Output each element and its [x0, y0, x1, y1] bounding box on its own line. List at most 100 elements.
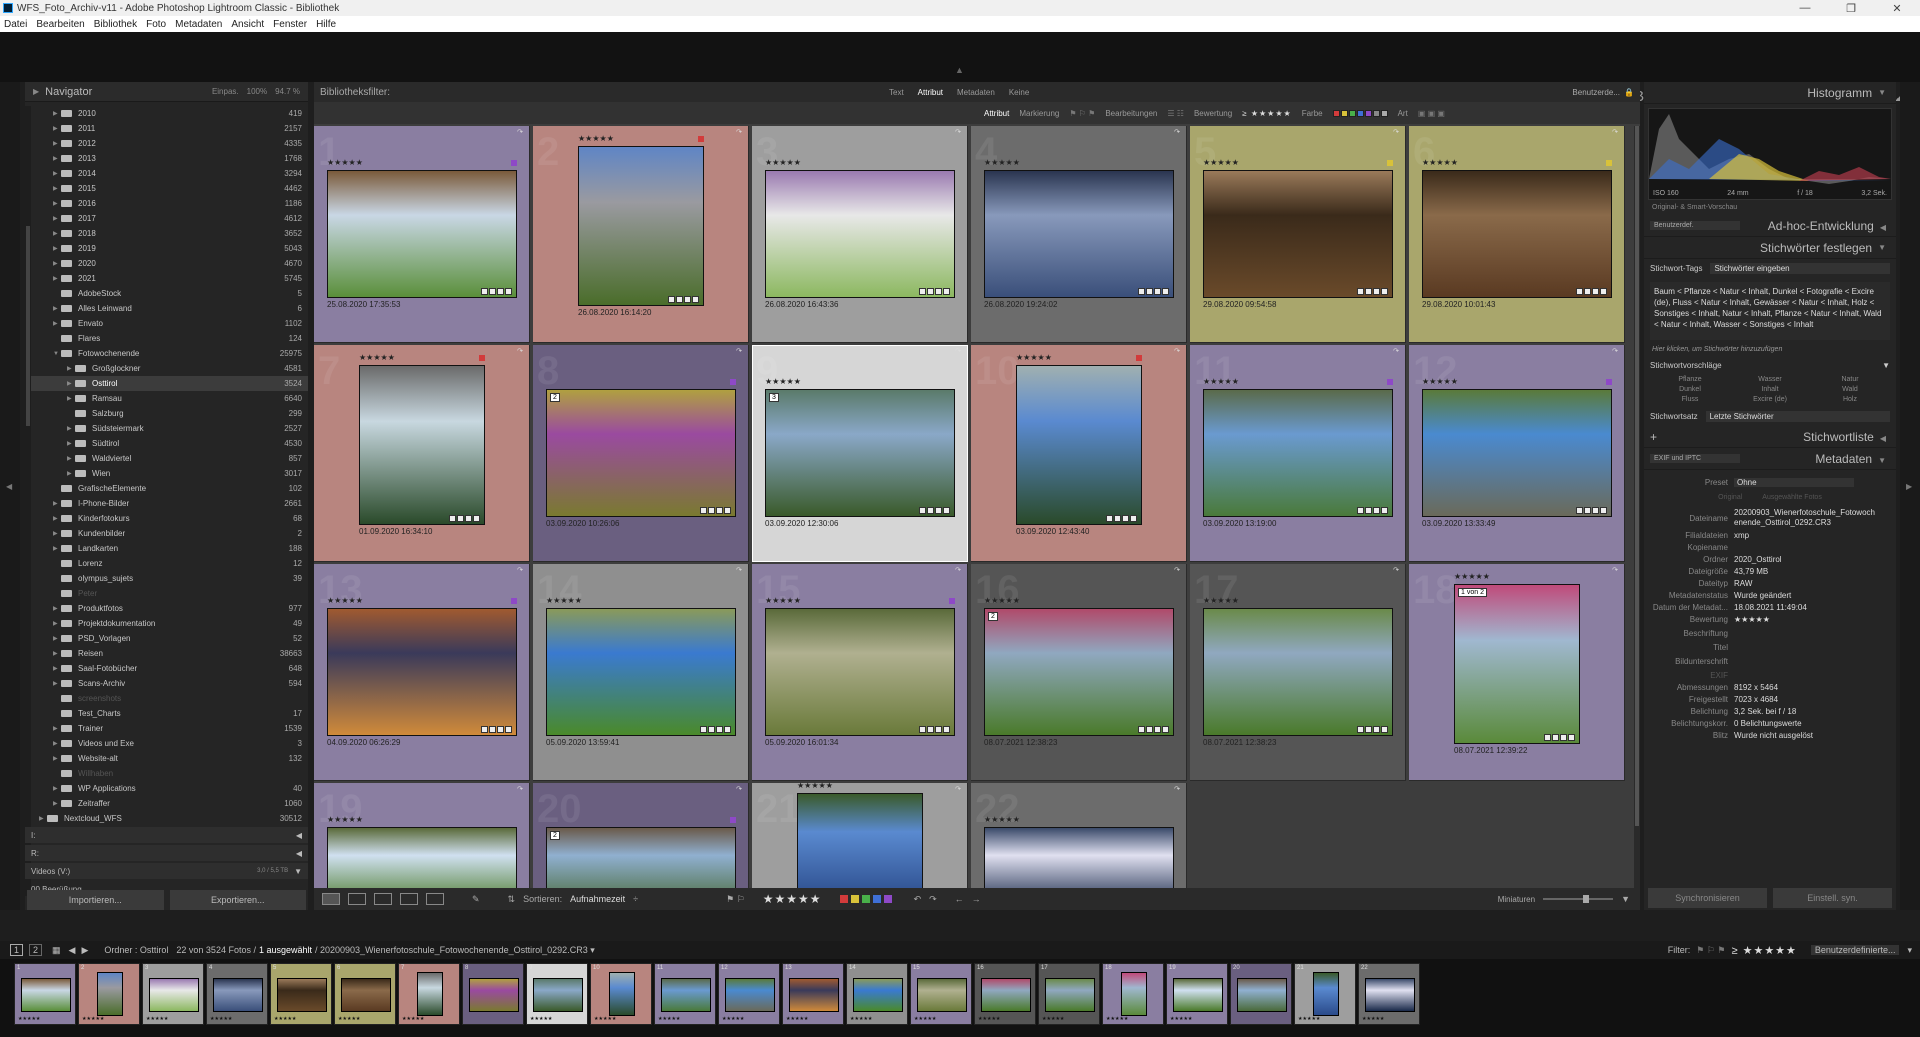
disclosure-icon[interactable]: ▶ [53, 665, 61, 672]
disclosure-icon[interactable]: ▶ [53, 725, 61, 732]
folder-row[interactable]: ▶ Projektdokumentation 49 [25, 616, 308, 631]
photo-rating[interactable]: ★★★★★ [327, 158, 363, 167]
photo-rating[interactable]: ★★★★★ [765, 596, 801, 605]
rating-filter[interactable]: ≥ ★★★★★ [1242, 109, 1291, 118]
stack-badge[interactable]: 2 [550, 393, 560, 402]
folder-row[interactable]: ▶ 2021 5745 [25, 271, 308, 286]
metadata-value[interactable]: 43,79 MB [1734, 567, 1768, 576]
filmstrip-image[interactable] [789, 978, 839, 1012]
rotate-icon[interactable]: ↷ [1174, 785, 1180, 793]
folder-row[interactable]: ▶ 2016 1186 [25, 196, 308, 211]
rotate-icon[interactable]: ↷ [517, 347, 523, 355]
metadata-badge-icon[interactable] [505, 726, 512, 733]
keywording-header[interactable]: Stichwörter festlegen ▼ [1644, 237, 1896, 259]
badge-icons[interactable] [668, 296, 699, 303]
filmstrip-image[interactable] [609, 972, 635, 1016]
navigator-header[interactable]: ▶ Navigator Einpas. 100% 94.7 % [25, 82, 308, 102]
metadata-badge-icon[interactable] [1600, 288, 1607, 295]
rotate-icon[interactable]: ↷ [517, 566, 523, 574]
restore-icon[interactable]: ❐ [1828, 2, 1874, 15]
metadata-badge-icon[interactable] [1381, 288, 1388, 295]
photo-rating[interactable]: ★★★★★ [1016, 353, 1052, 362]
photo-cell[interactable]: 10 ★★★★★ 03.09.2020 12:43:40 ↷ [971, 345, 1187, 562]
folder-row[interactable]: ▶ Waldviertel 857 [25, 451, 308, 466]
photo-cell[interactable]: 14 ★★★★★ 05.09.2020 13:59:41 ↷ [533, 564, 749, 781]
metadata-badge-icon[interactable] [724, 726, 731, 733]
folder-row[interactable]: ▶ Ramsau 6640 [25, 391, 308, 406]
folder-row[interactable]: ▶ 2020 4670 [25, 256, 308, 271]
filmstrip-image[interactable] [1313, 972, 1339, 1016]
toolbar-menu-icon[interactable]: ▼ [1621, 894, 1630, 904]
disclosure-icon[interactable]: ▶ [53, 515, 61, 522]
filmstrip-thumb[interactable]: 22 ★★★★★ [1358, 963, 1420, 1025]
metadata-value[interactable]: ★★★★★ [1734, 615, 1770, 624]
disclosure-icon[interactable]: ▶ [39, 815, 47, 822]
kind-icons[interactable]: ▣ ▣ ▣ [1418, 109, 1445, 118]
volume-row[interactable]: R: ◀ [25, 845, 308, 861]
photo-thumbnail[interactable] [1422, 170, 1612, 298]
stack-badge[interactable]: 1 von 2 [1458, 588, 1487, 597]
metadata-badge-icon[interactable] [935, 507, 942, 514]
grid-view-icon[interactable] [322, 893, 340, 905]
volume-row[interactable]: Videos (V:) 3,0 / 5,5 TB ▼ [25, 863, 308, 879]
metadata-badge-icon[interactable] [481, 288, 488, 295]
filmstrip-thumb[interactable]: 6 ★★★★★ [334, 963, 396, 1025]
menu-item[interactable]: Bibliothek [94, 19, 137, 30]
metadata-badge-icon[interactable] [700, 507, 707, 514]
photo-cell[interactable]: 1 ★★★★★ 25.08.2020 17:35:53 ↷ [314, 126, 530, 343]
preset-select[interactable]: Ohne [1734, 477, 1854, 487]
folder-row[interactable]: ▶ Nextcloud_WFS 30512 [25, 811, 308, 826]
metadata-badge-icon[interactable] [489, 288, 496, 295]
disclosure-icon[interactable]: ▶ [53, 755, 61, 762]
filmstrip-image[interactable] [97, 972, 123, 1016]
folder-row[interactable]: ▶ Zeitraffer 1060 [25, 796, 308, 811]
metadata-badge-icon[interactable] [497, 288, 504, 295]
folder-row[interactable]: ▶ Reisen 38663 [25, 646, 308, 661]
metadata-badge-icon[interactable] [1584, 507, 1591, 514]
photo-rating[interactable]: ★★★★★ [1203, 158, 1239, 167]
folder-row[interactable]: screenshots [25, 691, 308, 706]
filmstrip-thumb[interactable]: 11 ★★★★★ [654, 963, 716, 1025]
menu-item[interactable]: Datei [4, 19, 27, 30]
rotate-left-icon[interactable]: ↶ [914, 894, 922, 905]
photo-cell[interactable]: 17 ★★★★★ 08.07.2021 12:38:23 ↷ [1190, 564, 1406, 781]
rotate-right-icon[interactable]: ↷ [929, 894, 937, 905]
keyword-suggestion[interactable]: Dunkel [1650, 386, 1730, 393]
rotate-icon[interactable]: ↷ [517, 785, 523, 793]
filmstrip-image[interactable] [149, 978, 199, 1012]
photo-thumbnail[interactable] [327, 170, 517, 298]
badge-icons[interactable] [1106, 515, 1137, 522]
photo-cell[interactable]: 9 ★★★★★ 3 03.09.2020 12:30:06 ↷ [752, 345, 968, 562]
disclosure-icon[interactable]: ▶ [53, 185, 61, 192]
folder-row[interactable]: ▶ Trainer 1539 [25, 721, 308, 736]
disclosure-icon[interactable]: ▶ [67, 365, 75, 372]
color-filter[interactable] [1332, 109, 1388, 117]
rotate-icon[interactable]: ↷ [955, 128, 961, 136]
color-label-swatch[interactable] [872, 895, 881, 903]
metadata-badge-icon[interactable] [724, 507, 731, 514]
filmstrip-image[interactable] [1045, 978, 1095, 1012]
color-swatch[interactable] [1356, 109, 1364, 117]
menu-item[interactable]: Hilfe [316, 19, 336, 30]
stack-badge[interactable]: 2 [988, 612, 998, 621]
photo-cell[interactable]: 3 ★★★★★ 26.08.2020 16:43:36 ↷ [752, 126, 968, 343]
photo-rating[interactable]: ★★★★★ [984, 158, 1020, 167]
disclosure-icon[interactable]: ▶ [53, 785, 61, 792]
folder-row[interactable]: ▶ Envato 1102 [25, 316, 308, 331]
photo-thumbnail[interactable] [1203, 608, 1393, 736]
metadata-badge-icon[interactable] [927, 288, 934, 295]
sync-settings-button[interactable]: Einstell. syn. [1773, 888, 1892, 908]
filmstrip-thumb[interactable]: 9 ★★★★★ [526, 963, 588, 1025]
back-icon[interactable]: ◀ [69, 945, 76, 956]
photo-thumbnail[interactable] [797, 793, 923, 903]
filmstrip-image[interactable] [981, 978, 1031, 1012]
photo-thumbnail[interactable] [359, 365, 485, 525]
disclosure-icon[interactable]: ▶ [53, 635, 61, 642]
metadata-value[interactable]: Wurde geändert [1734, 591, 1791, 600]
metadata-badge-icon[interactable] [1365, 288, 1372, 295]
folder-row[interactable]: ▶ Südtirol 4530 [25, 436, 308, 451]
metadata-badge-icon[interactable] [919, 288, 926, 295]
filmstrip-image[interactable] [1365, 978, 1415, 1012]
rotate-icon[interactable]: ↷ [1174, 347, 1180, 355]
metadata-value[interactable]: 8192 x 5464 [1734, 683, 1778, 692]
